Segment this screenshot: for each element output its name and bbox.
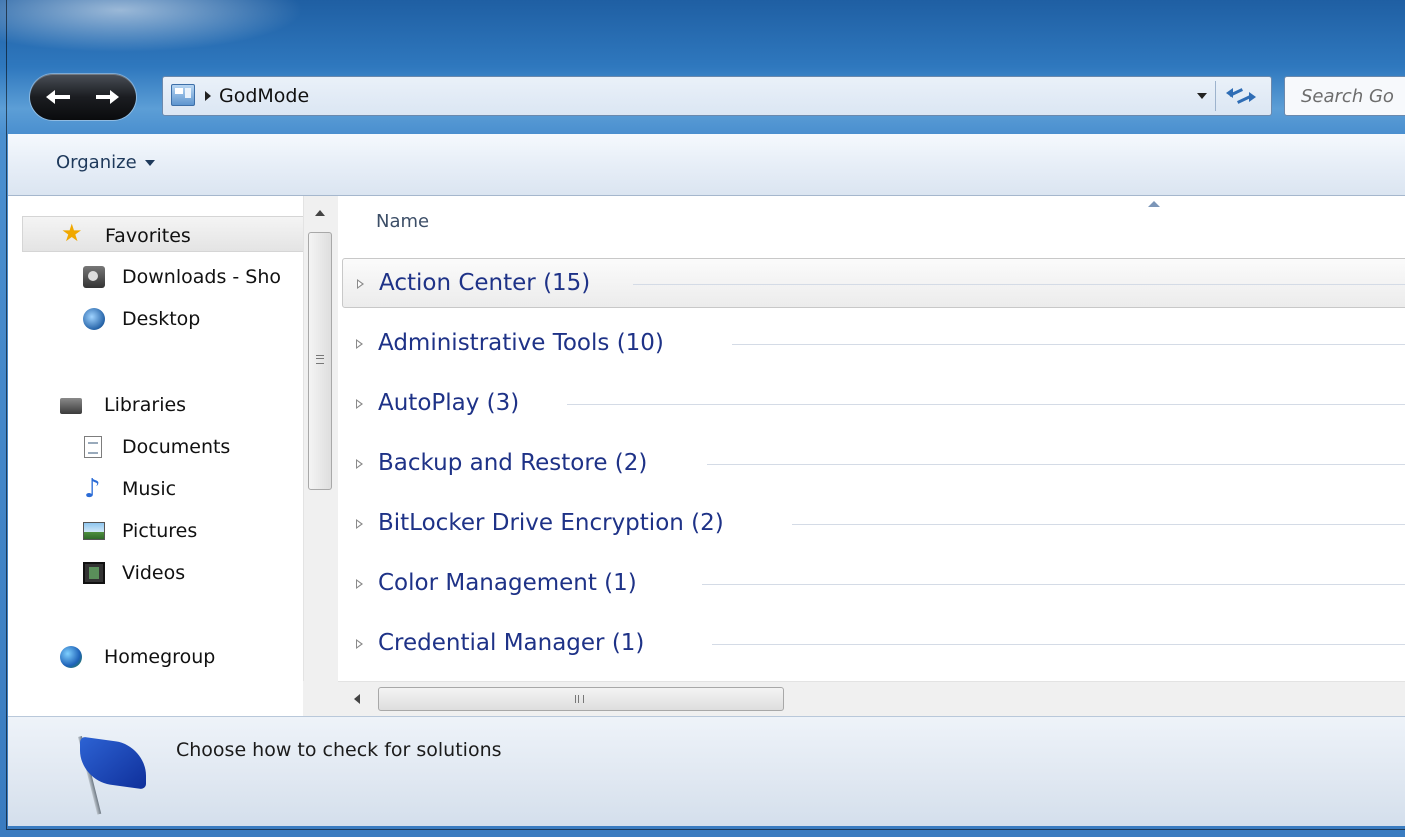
nav-item-pictures[interactable]: Pictures: [8, 512, 303, 548]
search-input[interactable]: [1299, 85, 1405, 108]
desktop-icon: [83, 308, 105, 330]
nav-libraries[interactable]: Libraries: [8, 386, 303, 422]
libraries-icon: [60, 398, 82, 414]
details-title: Choose how to check for solutions: [176, 739, 502, 761]
nav-item-label: Desktop: [122, 308, 201, 330]
group-backup-and-restore[interactable]: Backup and Restore (2): [342, 439, 1405, 489]
group-credential-manager[interactable]: Credential Manager (1): [342, 619, 1405, 669]
nav-favorites-label: Favorites: [105, 225, 191, 247]
downloads-icon: [83, 266, 105, 288]
pictures-icon: [83, 522, 105, 540]
nav-item-videos[interactable]: Videos: [8, 554, 303, 590]
group-label: Color Management (1): [378, 570, 649, 596]
documents-icon: [84, 436, 102, 458]
group-label: Action Center (15): [379, 270, 591, 296]
nav-libraries-label: Libraries: [104, 394, 187, 416]
nav-homegroup[interactable]: Homegroup: [8, 638, 303, 674]
nav-item-music[interactable]: ♪ Music: [8, 470, 303, 506]
forward-arrow-icon: [110, 90, 119, 104]
group-label: BitLocker Drive Encryption (2): [378, 510, 736, 536]
group-divider: [792, 524, 1405, 525]
scrollbar-thumb[interactable]: [308, 232, 332, 490]
navigation-scrollbar[interactable]: [303, 196, 338, 716]
scroll-up-icon[interactable]: [315, 210, 325, 216]
command-bar: Organize: [8, 134, 1405, 196]
group-divider: [567, 404, 1405, 405]
organize-label: Organize: [56, 152, 137, 173]
group-divider: [702, 584, 1405, 585]
nav-item-label: Pictures: [122, 520, 198, 542]
expand-icon[interactable]: [356, 339, 363, 349]
expand-icon[interactable]: [356, 639, 363, 649]
address-history-dropdown-icon[interactable]: [1197, 93, 1207, 99]
nav-item-label: Documents: [122, 436, 231, 458]
group-divider: [633, 284, 1405, 285]
group-divider: [707, 464, 1405, 465]
music-icon: ♪: [84, 474, 101, 504]
sort-ascending-icon: [1148, 201, 1160, 207]
expand-icon[interactable]: [356, 459, 363, 469]
back-forward-buttons: [30, 74, 136, 120]
flag-icon: [56, 736, 156, 819]
divider: [1215, 81, 1216, 111]
refresh-icon: [1249, 92, 1256, 102]
nav-item-label: Music: [122, 478, 177, 500]
group-divider: [712, 644, 1405, 645]
forward-button[interactable]: [88, 86, 122, 108]
organize-button[interactable]: Organize: [56, 152, 155, 173]
navigation-pane: ★ Favorites Downloads - Sho Desktop Libr…: [8, 196, 338, 716]
address-bar[interactable]: GodMode: [162, 76, 1272, 116]
refresh-button[interactable]: [1223, 83, 1259, 109]
group-label: Credential Manager (1): [378, 630, 657, 656]
star-icon: ★: [61, 219, 83, 247]
horizontal-scrollbar[interactable]: [338, 681, 1405, 716]
expand-icon[interactable]: [356, 399, 363, 409]
expand-icon[interactable]: [357, 279, 364, 289]
homegroup-icon: [60, 646, 82, 668]
group-administrative-tools[interactable]: Administrative Tools (10): [342, 319, 1405, 369]
column-header-name[interactable]: Name: [376, 211, 429, 232]
expand-icon[interactable]: [356, 519, 363, 529]
nav-item-downloads[interactable]: Downloads - Sho: [8, 258, 303, 294]
scroll-left-icon[interactable]: [354, 694, 360, 704]
explorer-window: Organize ★ Favorites Downloads - Sho Des…: [8, 134, 1405, 826]
group-label: Backup and Restore (2): [378, 450, 660, 476]
nav-homegroup-label: Homegroup: [104, 646, 216, 668]
group-color-management[interactable]: Color Management (1): [342, 559, 1405, 609]
group-autoplay[interactable]: AutoPlay (3): [342, 379, 1405, 429]
group-action-center[interactable]: Action Center (15): [342, 258, 1405, 308]
group-label: AutoPlay (3): [378, 390, 532, 416]
nav-favorites[interactable]: ★ Favorites: [22, 216, 304, 252]
file-list: Name Action Center (15) Administrative T…: [338, 196, 1405, 681]
search-box[interactable]: [1284, 76, 1405, 116]
details-pane: Choose how to check for solutions: [8, 716, 1405, 826]
nav-item-label: Downloads - Sho: [122, 266, 282, 288]
nav-item-label: Videos: [122, 562, 186, 584]
nav-item-desktop[interactable]: Desktop: [8, 300, 303, 336]
control-panel-icon: [171, 84, 195, 106]
chevron-down-icon: [144, 160, 155, 166]
scrollbar-corner: [303, 681, 338, 716]
breadcrumb-godmode[interactable]: GodMode: [219, 85, 309, 107]
breadcrumb-separator-icon[interactable]: [205, 91, 211, 101]
videos-icon: [83, 562, 105, 584]
back-button[interactable]: [44, 86, 78, 108]
group-bitlocker[interactable]: BitLocker Drive Encryption (2): [342, 499, 1405, 549]
group-divider: [732, 344, 1405, 345]
scrollbar-thumb[interactable]: [378, 687, 784, 711]
group-label: Administrative Tools (10): [378, 330, 676, 356]
nav-item-documents[interactable]: Documents: [8, 428, 303, 464]
expand-icon[interactable]: [356, 579, 363, 589]
